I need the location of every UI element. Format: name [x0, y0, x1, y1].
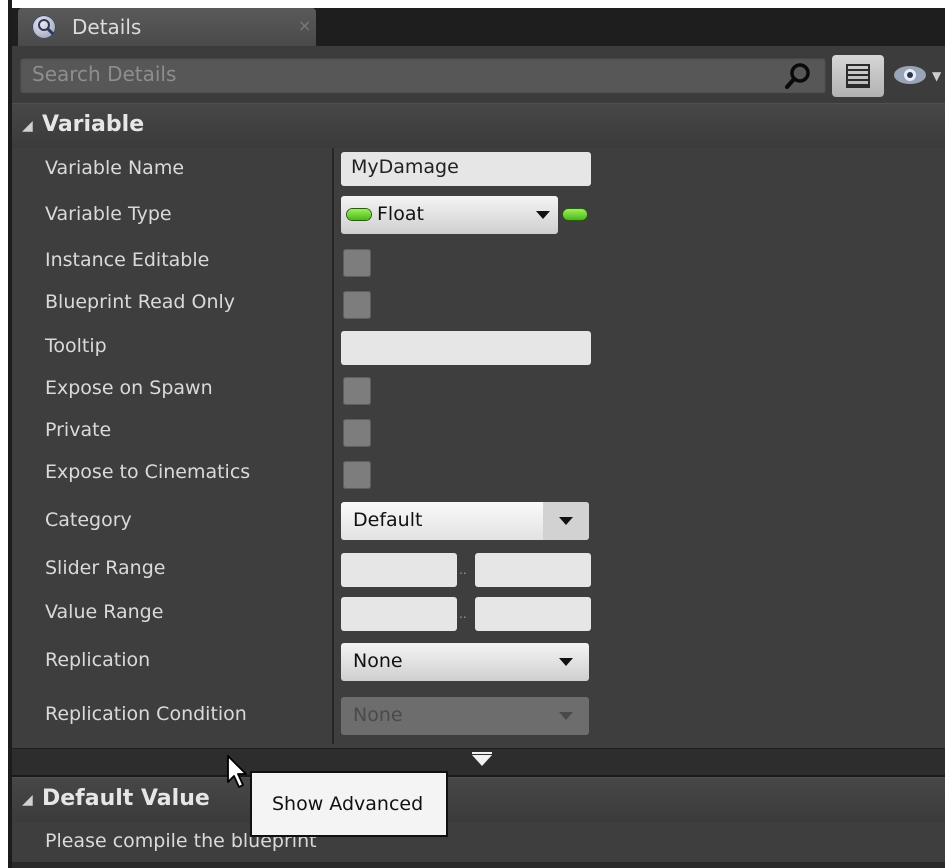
advanced-bar-line [472, 752, 492, 754]
column-divider[interactable] [332, 148, 334, 744]
private-checkbox[interactable] [343, 419, 371, 447]
expose-to-cinematics-checkbox[interactable] [343, 461, 371, 489]
replication-condition-value: None [353, 704, 403, 726]
category-value: Default [353, 509, 423, 531]
blueprint-read-only-checkbox[interactable] [343, 291, 371, 319]
slider-range-label: Slider Range [45, 557, 166, 579]
search-placeholder: Search Details [32, 62, 177, 86]
visibility-eye-icon[interactable] [892, 63, 928, 87]
expose-to-cinematics-label: Expose to Cinematics [45, 461, 251, 483]
default-value-section-header[interactable]: ◢ Default Value [12, 777, 945, 822]
property-matrix-icon [846, 64, 870, 88]
bottom-border [12, 862, 945, 868]
top-margin [0, 0, 945, 8]
category-label: Category [45, 509, 132, 531]
value-range-separator: .. [459, 607, 467, 621]
replication-label: Replication [45, 649, 151, 671]
variable-section-header[interactable]: ◢ Variable [12, 103, 945, 148]
blueprint-read-only-label: Blueprint Read Only [45, 291, 236, 313]
details-magnifier-icon [32, 15, 56, 39]
expose-on-spawn-label: Expose on Spawn [45, 377, 213, 399]
replication-condition-label: Replication Condition [45, 703, 247, 725]
default-value-row: Please compile the blueprint [12, 822, 945, 862]
left-margin [0, 0, 8, 868]
show-advanced-tooltip: Show Advanced [250, 771, 448, 837]
chevron-down-icon [559, 658, 573, 666]
search-icon[interactable] [784, 62, 812, 90]
show-advanced-bar[interactable] [12, 748, 945, 775]
chevron-down-icon [536, 211, 550, 219]
value-range-min-field[interactable] [341, 597, 457, 631]
replication-condition-dropdown: None [341, 697, 589, 735]
tooltip-field[interactable] [341, 331, 591, 365]
close-icon[interactable]: × [298, 16, 311, 35]
collapse-triangle-icon: ◢ [22, 792, 33, 808]
search-input[interactable]: Search Details [20, 57, 826, 93]
private-label: Private [45, 419, 112, 441]
variable-type-dropdown[interactable]: Float [341, 196, 558, 234]
category-dropdown[interactable]: Default [341, 502, 589, 540]
container-type-pill-icon[interactable] [563, 209, 587, 220]
expand-advanced-icon [472, 755, 492, 766]
collapse-triangle-icon: ◢ [22, 118, 33, 134]
value-range-max-field[interactable] [475, 597, 591, 631]
tab-details-label: Details [72, 15, 142, 39]
mouse-cursor-icon [227, 755, 247, 788]
tooltip-text: Show Advanced [272, 793, 424, 815]
slider-range-max-field[interactable] [475, 553, 591, 587]
variable-name-field[interactable]: MyDamage [341, 152, 591, 186]
chevron-down-icon [559, 712, 573, 720]
property-matrix-button[interactable] [832, 55, 884, 97]
value-range-label: Value Range [45, 601, 164, 623]
chevron-down-icon [559, 517, 573, 525]
variable-type-label: Variable Type [45, 203, 172, 225]
slider-range-separator: .. [459, 563, 467, 577]
replication-value: None [353, 650, 403, 672]
default-value-section-title: Default Value [42, 786, 210, 811]
replication-dropdown[interactable]: None [341, 643, 589, 681]
variable-section-title: Variable [42, 112, 145, 137]
slider-range-min-field[interactable] [341, 553, 457, 587]
tooltip-label: Tooltip [45, 335, 107, 357]
tab-details[interactable]: Details × [18, 8, 316, 46]
expose-on-spawn-checkbox[interactable] [343, 377, 371, 405]
chevron-down-icon[interactable]: ▼ [932, 69, 941, 83]
variable-type-value: Float [377, 203, 424, 225]
instance-editable-checkbox[interactable] [343, 249, 371, 277]
instance-editable-label: Instance Editable [45, 249, 210, 271]
variable-name-label: Variable Name [45, 157, 185, 179]
float-pin-icon [347, 209, 371, 220]
